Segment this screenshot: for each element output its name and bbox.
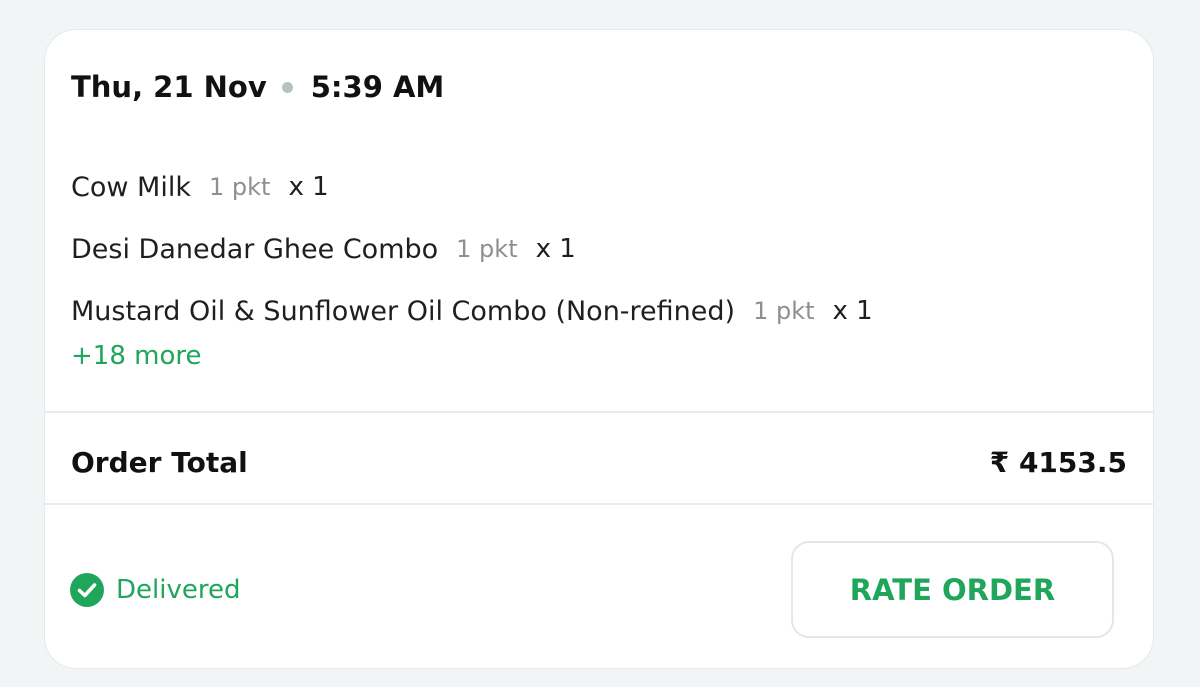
order-items-list: Cow Milk 1 pkt x 1 Desi Danedar Ghee Com… (71, 156, 873, 342)
order-total-value: ₹ 4153.5 (989, 446, 1127, 479)
more-items-link[interactable]: +18 more (71, 341, 201, 371)
item-unit: 1 pkt (753, 297, 815, 325)
order-total-row: Order Total ₹ 4153.5 (71, 440, 1127, 485)
separator-dot (281, 81, 293, 93)
order-item: Desi Danedar Ghee Combo 1 pkt x 1 (71, 218, 873, 280)
check-circle-icon (70, 573, 104, 607)
status-label: Delivered (116, 575, 241, 605)
order-item: Mustard Oil & Sunflower Oil Combo (Non-r… (71, 280, 873, 342)
item-count: x 1 (288, 172, 329, 202)
order-datetime: Thu, 21 Nov 5:39 AM (71, 70, 444, 104)
item-count: x 1 (832, 296, 873, 326)
rate-order-button[interactable]: RATE ORDER (791, 541, 1114, 638)
delivery-status: Delivered (70, 573, 240, 607)
divider (45, 503, 1153, 505)
order-total-label: Order Total (71, 446, 248, 479)
order-item: Cow Milk 1 pkt x 1 (71, 156, 873, 218)
divider (45, 411, 1153, 413)
item-name: Cow Milk (71, 171, 191, 203)
item-name: Mustard Oil & Sunflower Oil Combo (Non-r… (71, 295, 736, 327)
order-time: 5:39 AM (310, 70, 445, 104)
item-name: Desi Danedar Ghee Combo (71, 233, 439, 265)
order-date: Thu, 21 Nov (71, 70, 267, 104)
item-unit: 1 pkt (208, 173, 271, 201)
item-count: x 1 (535, 234, 576, 264)
order-card[interactable]: Thu, 21 Nov 5:39 AM Cow Milk 1 pkt x 1 D… (44, 29, 1154, 669)
item-unit: 1 pkt (456, 235, 518, 263)
